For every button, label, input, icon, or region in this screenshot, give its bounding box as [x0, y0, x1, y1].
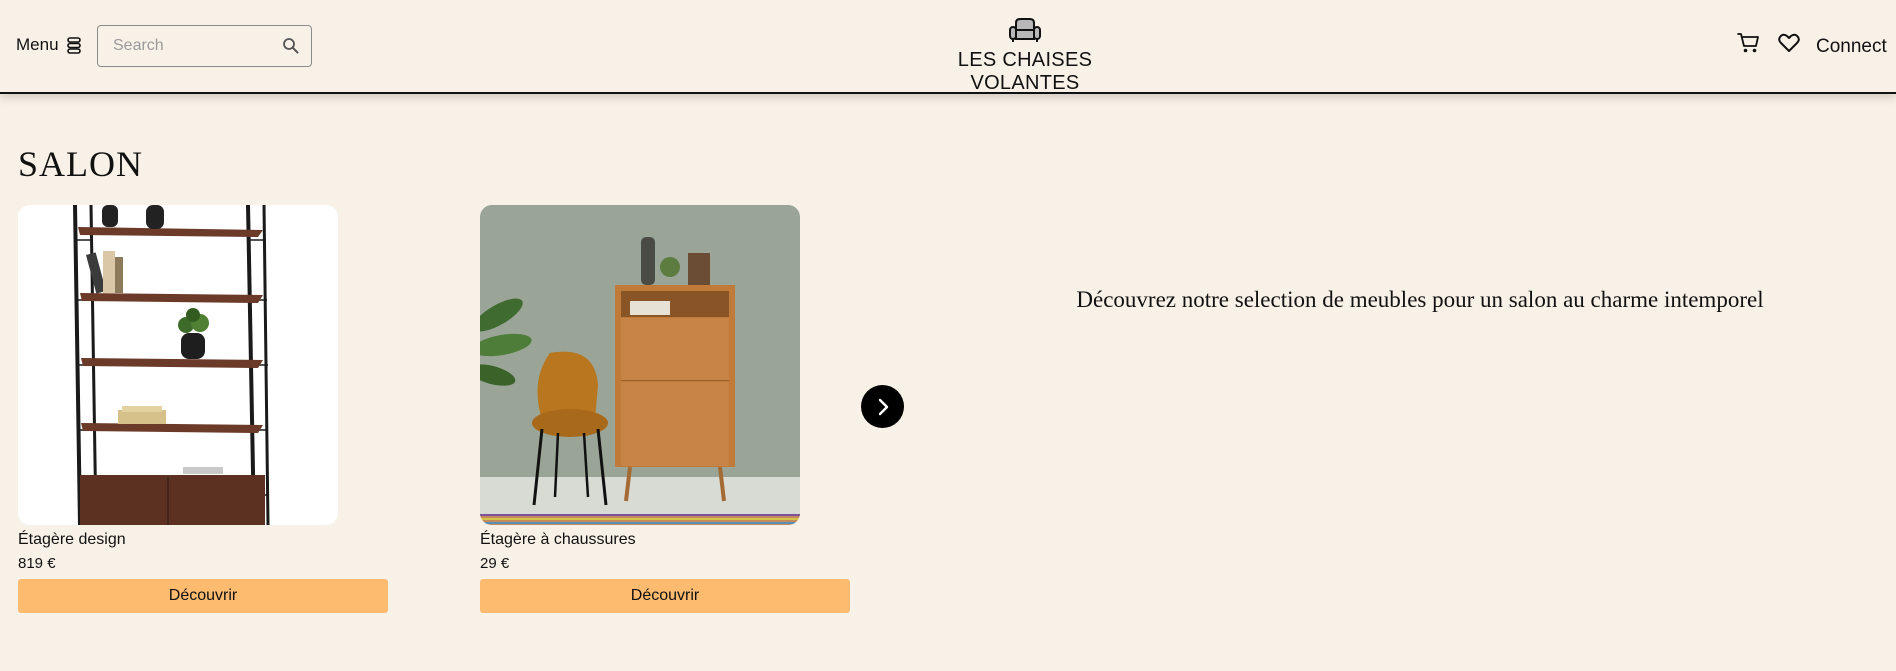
carousel-next-button[interactable]	[861, 385, 904, 428]
product-card: Étagère à chaussures 29 € Découvrir	[480, 205, 850, 613]
product-image-shelf[interactable]	[18, 205, 338, 525]
search-box[interactable]	[97, 25, 312, 67]
brand[interactable]: LES CHAISES VOLANTES	[918, 16, 1132, 95]
chevron-right-icon	[878, 398, 888, 415]
menu-label: Menu	[16, 35, 59, 54]
product-card: Étagère design 819 € Découvrir	[18, 205, 388, 613]
cart-icon[interactable]	[1737, 32, 1760, 54]
section-title: SALON	[18, 144, 144, 184]
heart-icon[interactable]	[1778, 33, 1800, 53]
menu-icon	[66, 36, 81, 54]
product-price: 29 €	[480, 555, 510, 572]
discover-button[interactable]: Découvrir	[18, 579, 388, 613]
product-image-shoe-cabinet[interactable]	[480, 205, 800, 525]
menu-button[interactable]: Menu	[16, 35, 81, 55]
armchair-logo-icon	[1009, 18, 1041, 42]
search-icon[interactable]	[282, 37, 299, 54]
discover-button[interactable]: Découvrir	[480, 579, 850, 613]
product-name[interactable]: Étagère design	[18, 531, 388, 551]
product-price: 819 €	[18, 555, 56, 572]
site-header: Menu LES CHAISES VOLANTES Conn	[0, 0, 1896, 94]
product-name[interactable]: Étagère à chaussures	[480, 531, 850, 551]
brand-name: LES CHAISES VOLANTES	[957, 49, 1093, 94]
connect-link[interactable]: Connect	[1816, 36, 1887, 58]
search-input[interactable]	[98, 37, 268, 55]
section-tagline: Découvrez notre selection de meubles pou…	[1076, 287, 1764, 312]
